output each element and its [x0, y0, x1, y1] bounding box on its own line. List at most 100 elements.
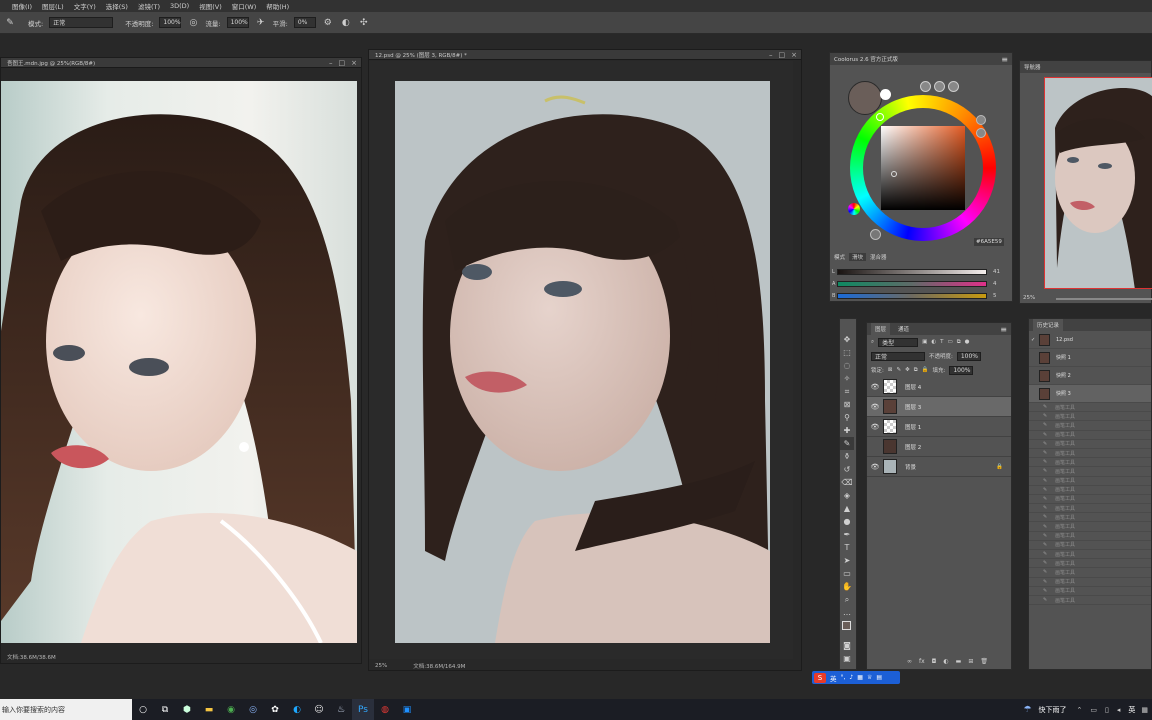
history-step[interactable]: ✎ 画笔工具: [1029, 559, 1151, 569]
new-layer-icon[interactable]: ⊞: [968, 658, 973, 665]
more-tools-icon[interactable]: …: [840, 606, 854, 619]
painting-doc-zoom[interactable]: 25%: [375, 663, 387, 669]
steam-icon[interactable]: ♨: [330, 699, 352, 720]
keyboard-icon[interactable]: ▦: [857, 674, 863, 681]
minimize-icon[interactable]: –: [329, 59, 333, 67]
punctuation-icon[interactable]: °,: [841, 674, 846, 681]
filter-type-icon[interactable]: T: [940, 339, 943, 345]
history-step[interactable]: ✎ 画笔工具: [1029, 486, 1151, 495]
history-step[interactable]: ✎ 画笔工具: [1029, 477, 1151, 486]
maximize-icon[interactable]: □: [779, 51, 786, 59]
gear-icon[interactable]: ⚙: [322, 17, 334, 29]
history-step[interactable]: ✎ 画笔工具: [1029, 467, 1151, 477]
sogou-logo-icon[interactable]: S: [814, 672, 826, 683]
history-item[interactable]: 快照 1: [1029, 349, 1151, 367]
canvas-area[interactable]: [369, 61, 793, 659]
dodge-icon[interactable]: ●: [840, 515, 854, 528]
taskbar-search-input[interactable]: 输入你要搜索的内容: [0, 699, 132, 720]
toolbox-icon[interactable]: ▤: [876, 674, 882, 681]
preset-icon[interactable]: [976, 128, 986, 138]
path-select-icon[interactable]: ➤: [840, 554, 854, 567]
recorder-icon[interactable]: ▣: [396, 699, 418, 720]
crop-icon[interactable]: ⌗: [840, 385, 854, 398]
link-icon[interactable]: ∞: [907, 658, 912, 665]
layer-opacity-field[interactable]: 100%: [956, 351, 981, 361]
lock-transparent-icon[interactable]: ⊠: [888, 367, 893, 373]
screen-mode-icon[interactable]: ▣: [840, 652, 854, 665]
lock-artboard-icon[interactable]: ⧉: [914, 367, 918, 374]
close-icon[interactable]: ×: [791, 51, 797, 59]
tray-app-icon[interactable]: ▭: [1090, 706, 1097, 714]
history-item-label[interactable]: 快照 1: [1056, 354, 1071, 361]
painting-canvas[interactable]: [395, 81, 770, 643]
history-step[interactable]: ✎ 画笔工具: [1029, 578, 1151, 587]
panel-menu-icon[interactable]: ≡: [1000, 325, 1007, 334]
taskbar-lang[interactable]: 英: [1128, 705, 1135, 715]
preset-icon[interactable]: [920, 81, 931, 92]
mask-icon[interactable]: ◘: [932, 658, 937, 665]
fill-field[interactable]: 100%: [949, 365, 974, 375]
navigator-zoom[interactable]: 25%: [1023, 295, 1035, 301]
tray-app-icon[interactable]: ▦: [1141, 706, 1148, 714]
slider-l-value[interactable]: 41: [993, 269, 1000, 275]
clone-stamp-icon[interactable]: ⚱: [840, 450, 854, 463]
mode-select[interactable]: 正常: [49, 17, 114, 28]
visibility-eye-icon[interactable]: 👁: [867, 383, 883, 391]
maximize-icon[interactable]: □: [339, 59, 346, 67]
menu-window[interactable]: 窗口(W): [232, 1, 257, 11]
history-item-label[interactable]: 快照 3: [1056, 390, 1071, 397]
paint-bucket-icon[interactable]: ◈: [840, 489, 854, 502]
task-view-icon[interactable]: ⧉: [154, 699, 176, 720]
marquee-icon[interactable]: ⬚: [840, 346, 854, 359]
history-snapshot[interactable]: ✓ 12.psd: [1029, 331, 1151, 349]
history-item-label[interactable]: 快照 2: [1056, 372, 1071, 379]
layer-row[interactable]: 👁 背景 🔒: [867, 457, 1011, 477]
lock-all-icon[interactable]: 🔒: [922, 367, 929, 373]
history-step[interactable]: ✎ 画笔工具: [1029, 532, 1151, 541]
snapshot-name[interactable]: 12.psd: [1056, 337, 1073, 343]
navigator-zoom-slider[interactable]: [1056, 298, 1152, 300]
app-icon[interactable]: ✿: [264, 699, 286, 720]
group-icon[interactable]: ▬: [956, 658, 962, 665]
frame-icon[interactable]: ⊠: [840, 398, 854, 411]
app-icon[interactable]: ◐: [286, 699, 308, 720]
preset-icon[interactable]: [976, 115, 986, 125]
cortana-icon[interactable]: ○: [132, 699, 154, 720]
layer-name[interactable]: 背景: [905, 463, 916, 471]
history-step[interactable]: ✎ 画笔工具: [1029, 596, 1151, 606]
history-step[interactable]: ✎ 画笔工具: [1029, 421, 1151, 431]
navigator-tab[interactable]: 导航器: [1020, 61, 1151, 73]
menu-select[interactable]: 选择(S): [106, 1, 128, 11]
lasso-icon[interactable]: ◌: [840, 359, 854, 372]
airbrush-icon[interactable]: ✈: [255, 17, 267, 29]
trash-icon[interactable]: 🗑: [980, 658, 988, 665]
filter-adjust-icon[interactable]: ◐: [931, 339, 936, 345]
network-icon[interactable]: ▯: [1105, 706, 1109, 714]
history-tab[interactable]: 历史记录: [1029, 319, 1151, 331]
rectangle-icon[interactable]: ▭: [840, 567, 854, 580]
visibility-eye-icon[interactable]: 👁: [867, 423, 883, 431]
blend-mode-select[interactable]: 正常: [871, 351, 925, 361]
tab-layers[interactable]: 图层: [871, 323, 891, 335]
reference-doc-tab[interactable]: 吾图王.mdn.jpg @ 25%(RGB/8#) – □ ×: [1, 58, 361, 68]
zoom-icon[interactable]: ⌕: [840, 593, 854, 606]
tab-slider[interactable]: 滑块: [849, 253, 867, 261]
layer-name[interactable]: 图层 3: [905, 403, 921, 411]
history-step[interactable]: ✎ 画笔工具: [1029, 403, 1151, 413]
smooth-field[interactable]: 0%: [293, 17, 316, 28]
visibility-eye-icon[interactable]: 👁: [867, 403, 883, 411]
pressure-opacity-icon[interactable]: ◎: [187, 17, 199, 29]
menu-image[interactable]: 图像(I): [12, 1, 32, 11]
saturation-value-square[interactable]: [881, 126, 965, 210]
menu-filter[interactable]: 滤镜(T): [138, 1, 160, 11]
foreground-color[interactable]: [842, 621, 851, 630]
menu-layer[interactable]: 图层(L): [42, 1, 64, 11]
slider-b[interactable]: [837, 293, 987, 299]
minimize-icon[interactable]: –: [769, 51, 773, 59]
menu-view[interactable]: 视图(V): [199, 1, 222, 11]
magic-wand-icon[interactable]: ✧: [840, 372, 854, 385]
history-step[interactable]: ✎ 画笔工具: [1029, 504, 1151, 514]
skin-icon[interactable]: ♕: [867, 674, 872, 681]
history-step[interactable]: ✎ 画笔工具: [1029, 495, 1151, 505]
tab-channels[interactable]: 通道: [898, 325, 909, 333]
